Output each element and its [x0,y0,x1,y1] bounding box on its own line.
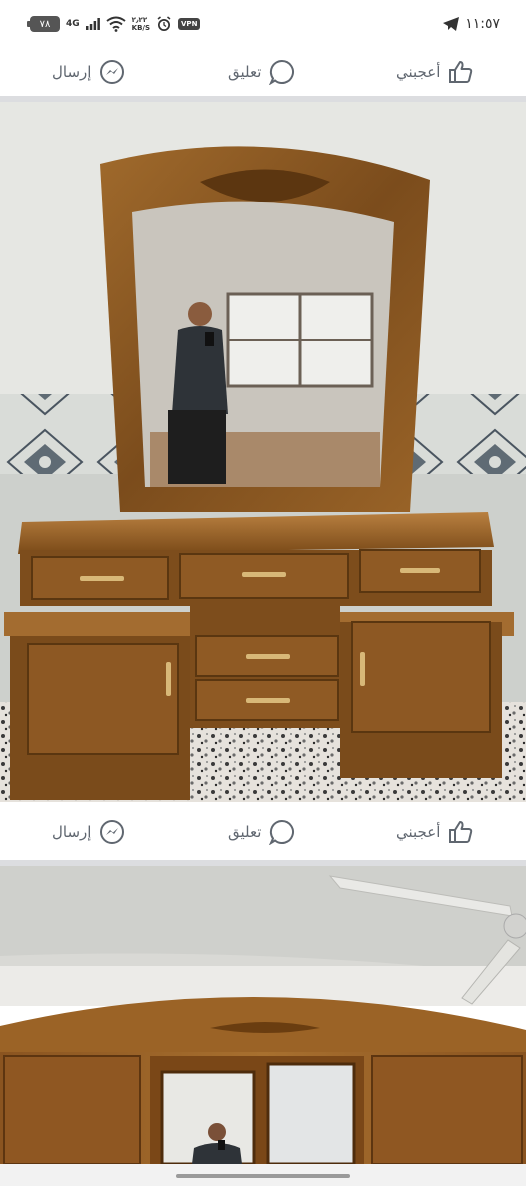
status-indicators: ٧٨ 4G ٢٫٢٢ KB/S VPN [27,16,201,32]
comment-label: تعليق [228,823,262,841]
send-button[interactable]: إرسال [52,819,125,845]
comment-label: تعليق [228,63,262,81]
status-bar: ٧٨ 4G ٢٫٢٢ KB/S VPN ١١:٥٧ [0,0,526,48]
speed-value: ٢٫٢٢ [131,16,148,24]
comment-button[interactable]: تعليق [228,819,295,845]
network-type: 4G [66,18,80,29]
dresser-photo [0,102,526,802]
send-label: إرسال [52,63,92,81]
thumbs-up-icon [449,821,473,843]
wifi-icon [106,16,126,32]
battery-level: ٧٨ [39,18,51,30]
post-action-bar: إرسال تعليق أعجبني [0,808,526,856]
thumbs-up-icon [449,61,473,83]
photo-dresser[interactable] [0,102,526,802]
vpn-badge: VPN [178,18,201,30]
status-time-group: ١١:٥٧ [443,16,500,32]
speed-unit: KB/S [131,24,151,32]
messenger-icon [100,820,125,844]
like-label: أعجبني [396,823,441,841]
send-button[interactable]: إرسال [52,59,125,85]
clock: ١١:٥٧ [465,16,500,32]
signal-icon [85,18,100,30]
home-gesture-handle[interactable] [176,1174,350,1178]
battery-icon: ٧٨ [27,16,60,32]
comment-icon [269,819,295,845]
like-button[interactable]: أعجبني [396,819,474,845]
telegram-icon [443,17,460,31]
wardrobe-photo [0,866,526,1164]
messenger-icon [100,60,125,84]
net-speed: ٢٫٢٢ KB/S [132,16,150,32]
post-action-bar: إرسال تعليق أعجبني [0,48,526,96]
send-label: إرسال [52,823,92,841]
photo-wardrobe[interactable] [0,866,526,1164]
like-label: أعجبني [396,63,441,81]
alarm-icon [157,16,171,31]
like-button[interactable]: أعجبني [396,59,474,85]
comment-button[interactable]: تعليق [228,59,295,85]
comment-icon [269,59,295,85]
